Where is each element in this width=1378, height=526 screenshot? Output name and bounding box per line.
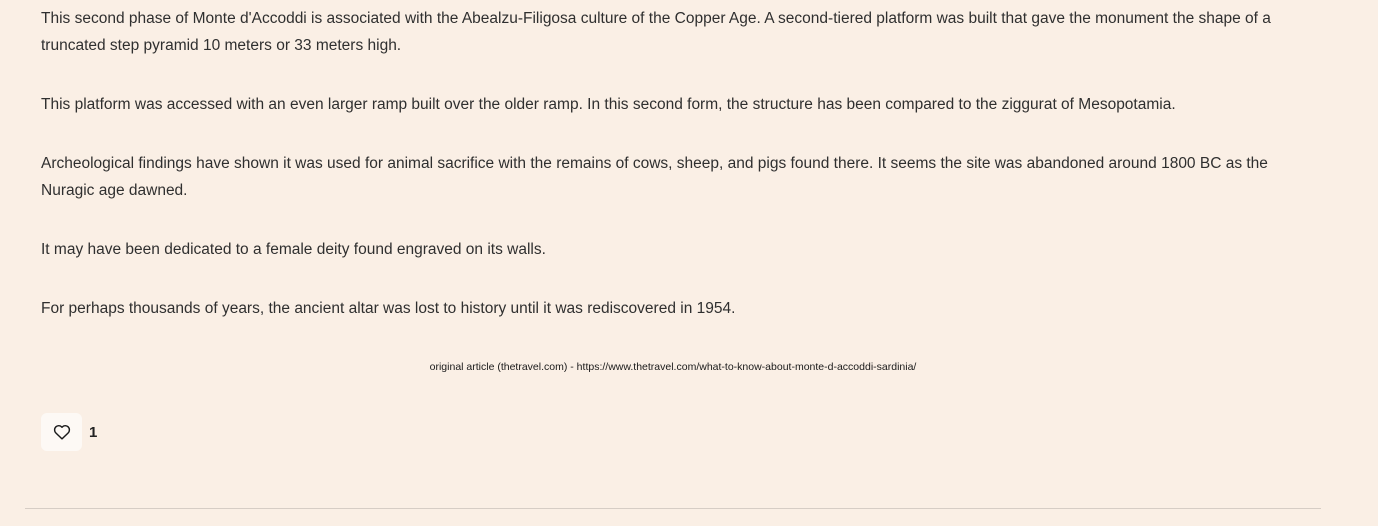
like-count: 1 (89, 423, 98, 441)
article-paragraph: For perhaps thousands of years, the anci… (41, 300, 736, 317)
article-paragraph: Archeological findings have shown it was… (41, 155, 1268, 199)
heart-icon (53, 424, 70, 440)
like-section: 1 (41, 413, 97, 451)
article-body: This second phase of Monte d'Accoddi is … (41, 5, 1311, 354)
article-paragraph: It may have been dedicated to a female d… (41, 241, 546, 258)
source-attribution: original article (thetravel.com) - https… (429, 361, 917, 373)
divider (25, 508, 1321, 509)
article-paragraph: This second phase of Monte d'Accoddi is … (41, 10, 1271, 54)
like-button[interactable] (41, 413, 82, 451)
article-paragraph: This platform was accessed with an even … (41, 96, 1176, 113)
